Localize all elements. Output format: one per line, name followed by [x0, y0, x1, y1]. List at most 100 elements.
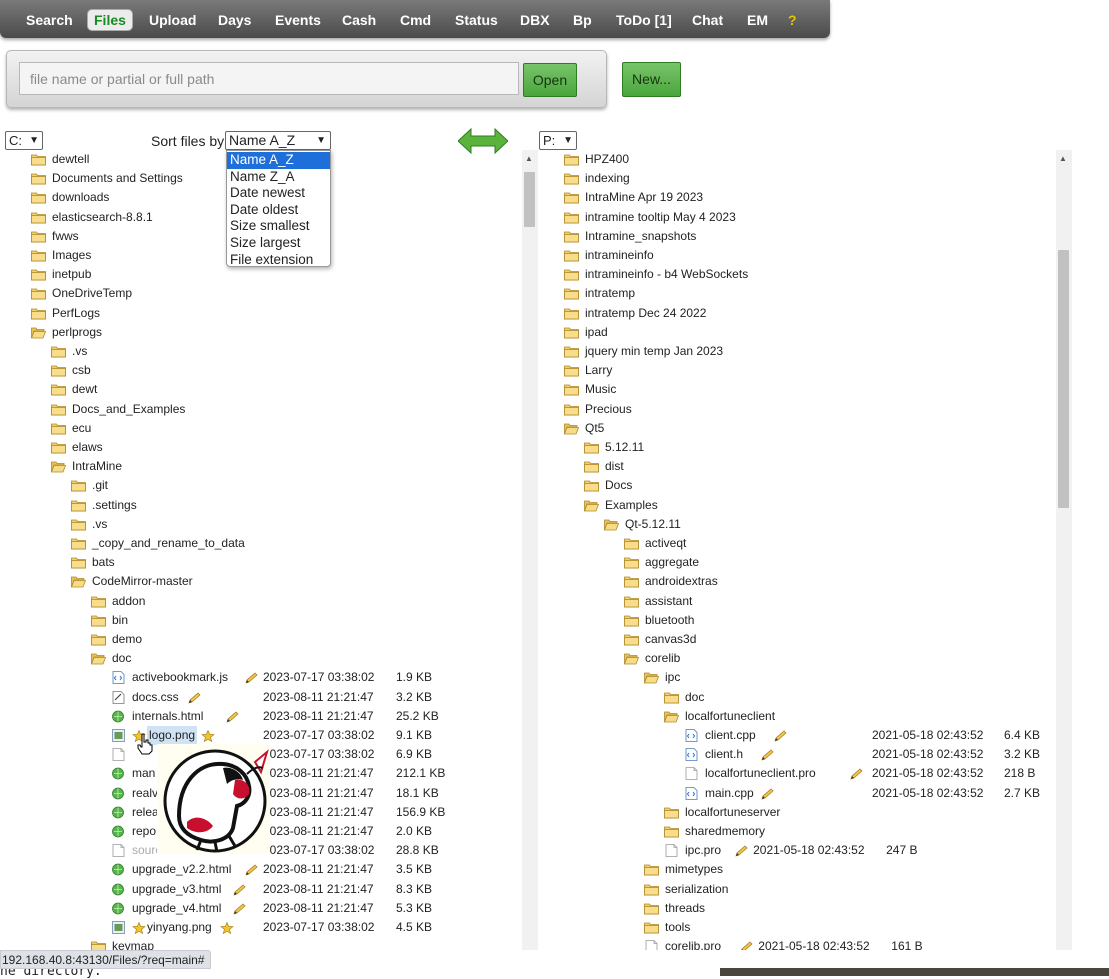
folder-row[interactable]: IntraMine: [50, 457, 522, 476]
folder-name[interactable]: .settings: [92, 496, 137, 515]
folder-row[interactable]: IntraMine Apr 19 2023: [564, 188, 1055, 207]
sort-option[interactable]: File extension: [227, 252, 330, 269]
folder-row[interactable]: corelib: [623, 649, 1055, 668]
folder-row[interactable]: intratemp: [564, 284, 1055, 303]
edit-pencil-icon[interactable]: [740, 940, 754, 950]
folder-row[interactable]: keymap: [91, 937, 522, 950]
folder-row[interactable]: aggregate: [624, 553, 1055, 572]
folder-name[interactable]: mimetypes: [665, 860, 723, 879]
folder-name[interactable]: intratemp: [585, 284, 635, 303]
folder-name[interactable]: csb: [72, 361, 91, 380]
file-row[interactable]: corelib.pro 2021-05-18 02:43:52 161 B: [644, 937, 1055, 950]
file-row[interactable]: client.h 2021-05-18 02:43:52 3.2 KB: [684, 745, 1055, 764]
right-scrollbar[interactable]: ▲: [1056, 150, 1072, 950]
file-name-link[interactable]: man: [132, 764, 155, 783]
nav-tab-chat[interactable]: Chat: [686, 9, 729, 31]
file-name-link[interactable]: relea: [132, 803, 159, 822]
folder-name[interactable]: doc: [685, 688, 704, 707]
folder-name[interactable]: demo: [112, 630, 142, 649]
folder-row[interactable]: sharedmemory: [664, 822, 1055, 841]
nav-tab-days[interactable]: Days: [212, 9, 257, 31]
edit-pencil-icon[interactable]: [850, 767, 864, 780]
nav-tab-cmd[interactable]: Cmd: [394, 9, 437, 31]
folder-name[interactable]: .git: [92, 476, 108, 495]
file-row[interactable]: yinyang.png 2023-07-17 03:38:02 4.5 KB: [111, 918, 522, 937]
folder-name[interactable]: canvas3d: [645, 630, 696, 649]
folder-name[interactable]: Music: [585, 380, 616, 399]
file-row[interactable]: logo.png 2023-07-17 03:38:02 9.1 KB: [111, 726, 522, 745]
file-name-link[interactable]: client.h: [705, 745, 743, 764]
file-name-link[interactable]: upgrade_v2.2.html: [132, 860, 231, 879]
folder-name[interactable]: OneDriveTemp: [52, 284, 132, 303]
folder-row[interactable]: 5.12.11: [584, 438, 1055, 457]
folder-row[interactable]: activeqt: [624, 534, 1055, 553]
file-row[interactable]: localfortuneclient.pro 2021-05-18 02:43:5…: [684, 764, 1055, 783]
folder-row[interactable]: CodeMirror-master: [70, 572, 522, 591]
folder-name[interactable]: _copy_and_rename_to_data: [92, 534, 245, 553]
file-row[interactable]: upgrade_v4.html 2023-08-11 21:21:47 5.3 KB: [111, 899, 522, 918]
folder-name[interactable]: Precious: [585, 400, 632, 419]
folder-row[interactable]: intramineinfo: [564, 246, 1055, 265]
folder-name[interactable]: intramine tooltip May 4 2023: [585, 208, 736, 227]
edit-pencil-icon[interactable]: [245, 863, 259, 876]
nav-tab-bp[interactable]: Bp: [567, 9, 598, 31]
folder-row[interactable]: dist: [584, 457, 1055, 476]
file-row[interactable]: ipc.pro 2021-05-18 02:43:52 247 B: [664, 841, 1055, 860]
folder-name[interactable]: tools: [665, 918, 690, 937]
nav-tab-status[interactable]: Status: [449, 9, 504, 31]
edit-pencil-icon[interactable]: [774, 729, 788, 742]
folder-row[interactable]: perlprogs: [30, 323, 522, 342]
folder-name[interactable]: perlprogs: [52, 323, 102, 342]
folder-name[interactable]: Qt-5.12.11: [625, 515, 681, 534]
folder-name[interactable]: Intramine_snapshots: [585, 227, 696, 246]
folder-name[interactable]: Examples: [605, 496, 658, 515]
folder-row[interactable]: .vs: [71, 515, 522, 534]
folder-row[interactable]: doc: [664, 688, 1055, 707]
folder-row[interactable]: canvas3d: [624, 630, 1055, 649]
file-name-link[interactable]: repo: [132, 822, 156, 841]
sort-option[interactable]: Size smallest: [227, 218, 330, 235]
edit-pencil-icon[interactable]: [226, 710, 240, 723]
folder-name[interactable]: doc: [112, 649, 131, 668]
nav-tab-events[interactable]: Events: [269, 9, 327, 31]
folder-row[interactable]: .git: [71, 476, 522, 495]
file-name-link[interactable]: upgrade_v3.html: [132, 880, 221, 899]
sort-option[interactable]: Date newest: [227, 185, 330, 202]
folder-name[interactable]: serialization: [665, 880, 728, 899]
folder-row[interactable]: intramine tooltip May 4 2023: [564, 208, 1055, 227]
folder-name[interactable]: ipc: [665, 668, 680, 687]
folder-name[interactable]: corelib: [645, 649, 680, 668]
left-scrollbar[interactable]: ▲: [522, 150, 538, 950]
folder-row[interactable]: serialization: [644, 880, 1055, 899]
folder-row[interactable]: dewt: [51, 380, 522, 399]
file-row[interactable]: internals.html 2023-08-11 21:21:47 25.2 KB: [111, 707, 522, 726]
folder-row[interactable]: OneDriveTemp: [31, 284, 522, 303]
file-name-link[interactable]: realv: [132, 784, 158, 803]
folder-name[interactable]: dewtell: [52, 150, 89, 169]
new-file-button[interactable]: New...: [622, 62, 681, 97]
folder-name[interactable]: jquery min temp Jan 2023: [585, 342, 723, 361]
folder-name[interactable]: bats: [92, 553, 115, 572]
folder-row[interactable]: .vs: [51, 342, 522, 361]
folder-row[interactable]: threads: [644, 899, 1055, 918]
nav-tab-files[interactable]: Files: [87, 9, 133, 31]
left-drive-select[interactable]: C: ▼: [5, 131, 43, 150]
folder-row[interactable]: localfortuneserver: [664, 803, 1055, 822]
edit-pencil-icon[interactable]: [188, 691, 202, 704]
folder-name[interactable]: 5.12.11: [605, 438, 644, 457]
folder-name[interactable]: ipad: [585, 323, 608, 342]
folder-name[interactable]: intramineinfo - b4 WebSockets: [585, 265, 748, 284]
sort-select[interactable]: Name A_Z ▼: [225, 131, 331, 150]
folder-name[interactable]: activeqt: [645, 534, 686, 553]
open-button[interactable]: Open: [523, 63, 577, 97]
folder-name[interactable]: .vs: [92, 515, 107, 534]
folder-name[interactable]: dist: [605, 457, 624, 476]
folder-row[interactable]: ipad: [564, 323, 1055, 342]
folder-name[interactable]: HPZ400: [585, 150, 629, 169]
folder-name[interactable]: Larry: [585, 361, 612, 380]
folder-row[interactable]: csb: [51, 361, 522, 380]
file-name-link[interactable]: activebookmark.js: [132, 668, 228, 687]
nav-tab-search[interactable]: Search: [20, 9, 79, 31]
folder-row[interactable]: Examples: [583, 496, 1055, 515]
folder-name[interactable]: fwws: [52, 227, 79, 246]
